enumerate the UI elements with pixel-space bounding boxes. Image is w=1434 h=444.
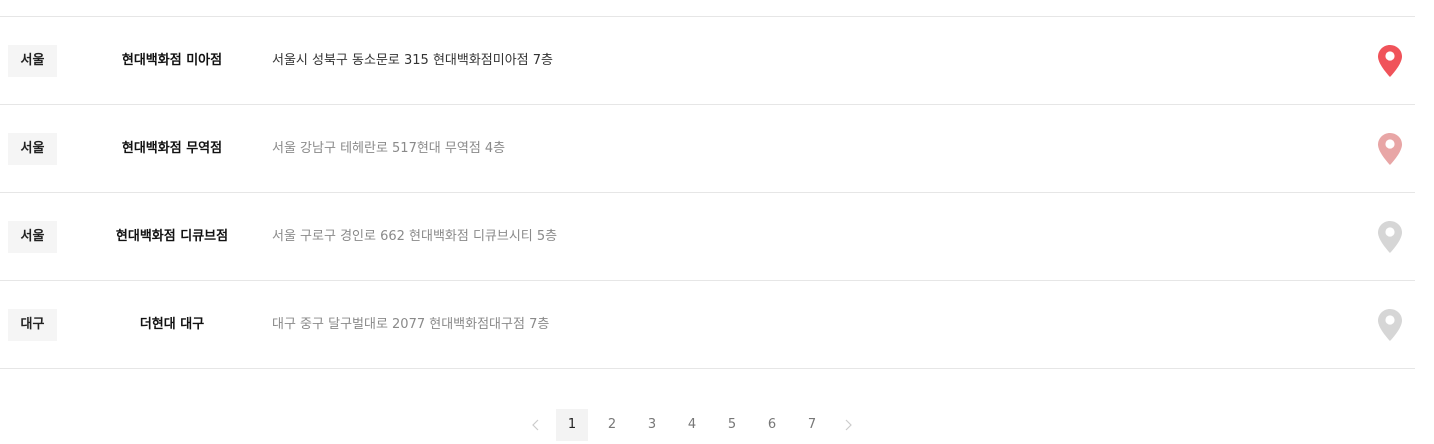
- store-address: 서울 구로구 경인로 662 현대백화점 디큐브시티 5층: [272, 229, 558, 244]
- page-7-button[interactable]: 7: [796, 409, 828, 441]
- page-3-button[interactable]: 3: [636, 409, 668, 441]
- chevron-left-icon: [532, 419, 539, 431]
- store-name[interactable]: 더현대 대구: [90, 281, 254, 368]
- prev-page-button[interactable]: [520, 409, 552, 441]
- store-name[interactable]: 현대백화점 미아점: [90, 17, 254, 104]
- chevron-right-icon: [845, 419, 852, 431]
- region-badge: 서울: [8, 45, 57, 77]
- page-6-button[interactable]: 6: [756, 409, 788, 441]
- map-pin-icon[interactable]: [1377, 44, 1403, 78]
- store-row: 서울 현대백화점 무역점 서울 강남구 테헤란로 517현대 무역점 4층: [0, 105, 1415, 193]
- region-badge: 서울: [8, 133, 57, 165]
- store-list: 서울 현대백화점 미아점 서울시 성북구 동소문로 315 현대백화점미아점 7…: [0, 16, 1415, 369]
- store-address: 서울 강남구 테헤란로 517현대 무역점 4층: [272, 141, 506, 156]
- page-1-button[interactable]: 1: [556, 409, 588, 441]
- store-address: 서울시 성북구 동소문로 315 현대백화점미아점 7층: [272, 53, 553, 68]
- map-pin-icon[interactable]: [1377, 132, 1403, 166]
- store-row: 대구 더현대 대구 대구 중구 달구벌대로 2077 현대백화점대구점 7층: [0, 281, 1415, 369]
- store-address: 대구 중구 달구벌대로 2077 현대백화점대구점 7층: [272, 317, 550, 332]
- store-name[interactable]: 현대백화점 무역점: [90, 105, 254, 192]
- next-page-button[interactable]: [832, 409, 864, 441]
- region-badge: 대구: [8, 309, 57, 341]
- store-row: 서울 현대백화점 미아점 서울시 성북구 동소문로 315 현대백화점미아점 7…: [0, 17, 1415, 105]
- store-row: 서울 현대백화점 디큐브점 서울 구로구 경인로 662 현대백화점 디큐브시티…: [0, 193, 1415, 281]
- region-badge: 서울: [8, 221, 57, 253]
- page-2-button[interactable]: 2: [596, 409, 628, 441]
- map-pin-icon[interactable]: [1377, 220, 1403, 254]
- store-name[interactable]: 현대백화점 디큐브점: [90, 193, 254, 280]
- page-4-button[interactable]: 4: [676, 409, 708, 441]
- page-5-button[interactable]: 5: [716, 409, 748, 441]
- map-pin-icon[interactable]: [1377, 308, 1403, 342]
- pagination: 1 2 3 4 5 6 7: [520, 409, 864, 441]
